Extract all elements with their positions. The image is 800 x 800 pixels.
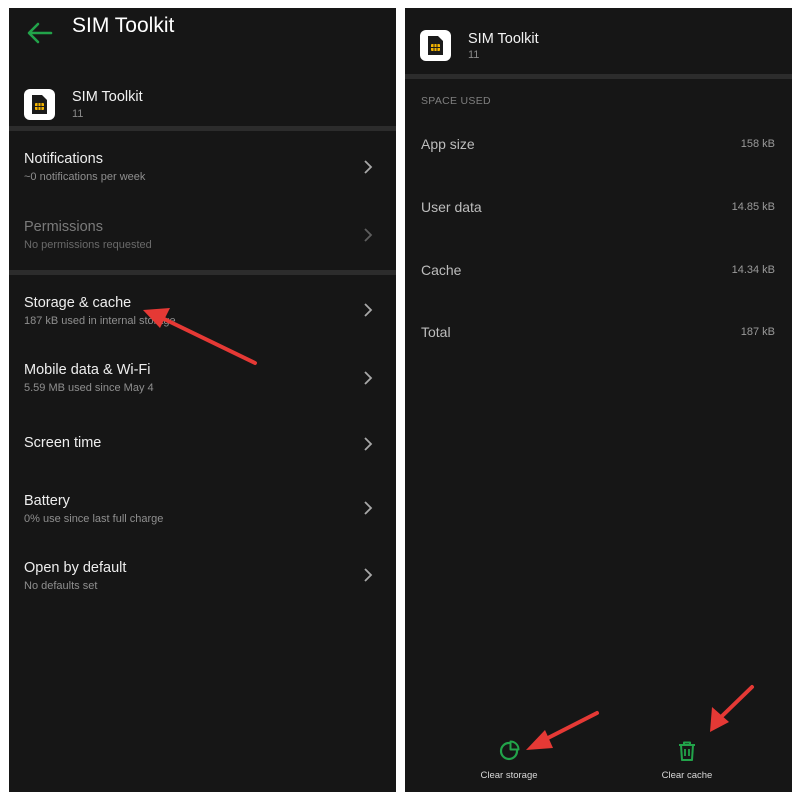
sim-card-icon <box>24 89 55 120</box>
row-subtitle: 0% use since last full charge <box>24 513 164 525</box>
stat-value: 14.34 kB <box>731 264 775 276</box>
notifications-row[interactable]: Notifications ~0 notifications per week <box>9 135 396 199</box>
pie-chart-icon <box>499 740 520 761</box>
open-by-default-row[interactable]: Open by default No defaults set <box>9 543 396 607</box>
app-version: 11 <box>468 49 480 61</box>
app-info-screen: SIM Toolkit SIM Toolkit 11 Notifications… <box>9 8 396 792</box>
row-title: Screen time <box>24 435 102 451</box>
clear-cache-button[interactable]: Clear cache <box>632 740 742 781</box>
clear-storage-label: Clear storage <box>480 770 538 781</box>
row-title: Storage & cache <box>24 295 132 311</box>
chevron-right-icon <box>364 437 373 451</box>
chevron-right-icon <box>364 568 373 582</box>
row-subtitle: 187 kB used in internal storage <box>24 315 176 327</box>
back-arrow-icon[interactable] <box>23 16 57 50</box>
row-title: Mobile data & Wi-Fi <box>24 362 151 378</box>
stat-label: User data <box>421 199 482 215</box>
clear-cache-label: Clear cache <box>661 770 713 781</box>
section-divider <box>9 270 396 275</box>
stat-label: App size <box>421 136 475 152</box>
space-used-heading: SPACE USED <box>421 95 491 107</box>
row-subtitle: No permissions requested <box>24 239 152 251</box>
battery-row[interactable]: Battery 0% use since last full charge <box>9 476 396 540</box>
stat-value: 187 kB <box>740 326 775 338</box>
page-title: SIM Toolkit <box>72 14 175 37</box>
chevron-right-icon <box>364 303 373 317</box>
row-subtitle: ~0 notifications per week <box>24 171 146 183</box>
row-title: Notifications <box>24 151 103 167</box>
stat-value: 158 kB <box>740 138 775 150</box>
row-subtitle: 5.59 MB used since May 4 <box>24 382 154 394</box>
sim-card-icon <box>420 30 451 61</box>
row-title: Open by default <box>24 560 127 576</box>
chevron-right-icon <box>364 160 373 174</box>
section-divider <box>9 126 396 131</box>
clear-storage-button[interactable]: Clear storage <box>454 740 564 781</box>
row-title: Permissions <box>24 219 103 235</box>
mobile-data-wifi-row[interactable]: Mobile data & Wi-Fi 5.59 MB used since M… <box>9 346 396 410</box>
chevron-right-icon <box>364 228 373 242</box>
stat-value: 14.85 kB <box>731 201 775 213</box>
storage-cache-row[interactable]: Storage & cache 187 kB used in internal … <box>9 278 396 342</box>
stat-label: Cache <box>421 262 462 278</box>
stat-label: Total <box>421 324 451 340</box>
storage-screen: SIM Toolkit 11 SPACE USED App size 158 k… <box>405 8 792 792</box>
row-title: Battery <box>24 493 70 509</box>
chevron-right-icon <box>364 371 373 385</box>
app-name: SIM Toolkit <box>72 89 143 105</box>
app-version: 11 <box>72 108 84 120</box>
app-header: SIM Toolkit 11 <box>9 80 396 140</box>
permissions-row[interactable]: Permissions No permissions requested <box>9 203 396 267</box>
section-divider <box>405 74 792 79</box>
screen-time-row[interactable]: Screen time <box>9 412 396 476</box>
chevron-right-icon <box>364 501 373 515</box>
row-subtitle: No defaults set <box>24 580 98 592</box>
trash-icon <box>679 741 695 761</box>
app-header: SIM Toolkit 11 <box>405 22 792 82</box>
app-name: SIM Toolkit <box>468 31 539 47</box>
